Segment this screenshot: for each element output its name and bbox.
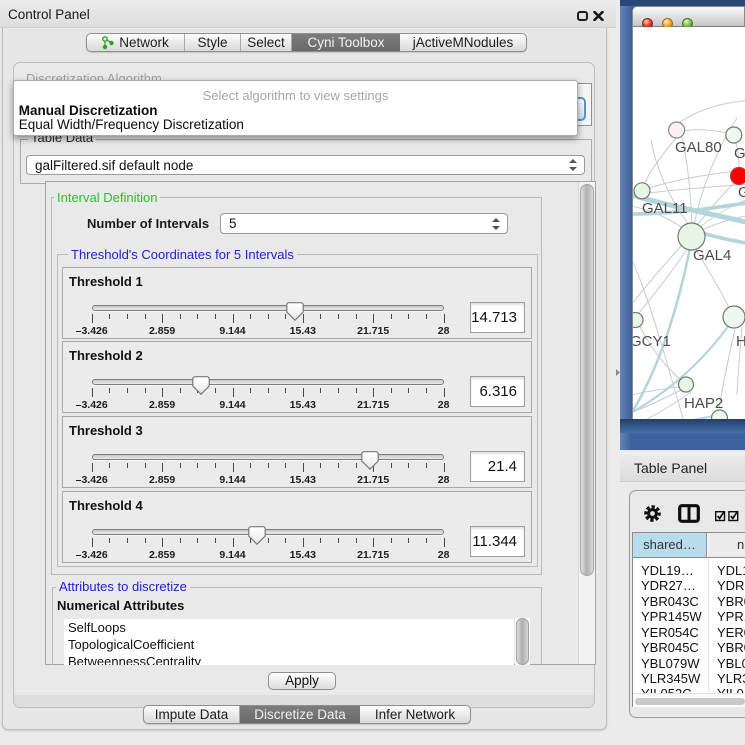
svg-text:HAP2: HAP2: [684, 395, 723, 412]
svg-text:G: G: [738, 184, 745, 201]
svg-text:H: H: [736, 333, 745, 350]
svg-text:GAL80: GAL80: [675, 139, 722, 156]
svg-text:GAL11: GAL11: [642, 200, 688, 217]
svg-text:GA: GA: [734, 145, 745, 162]
svg-text:GAL4: GAL4: [693, 247, 731, 264]
svg-text:GCY1: GCY1: [633, 333, 671, 350]
